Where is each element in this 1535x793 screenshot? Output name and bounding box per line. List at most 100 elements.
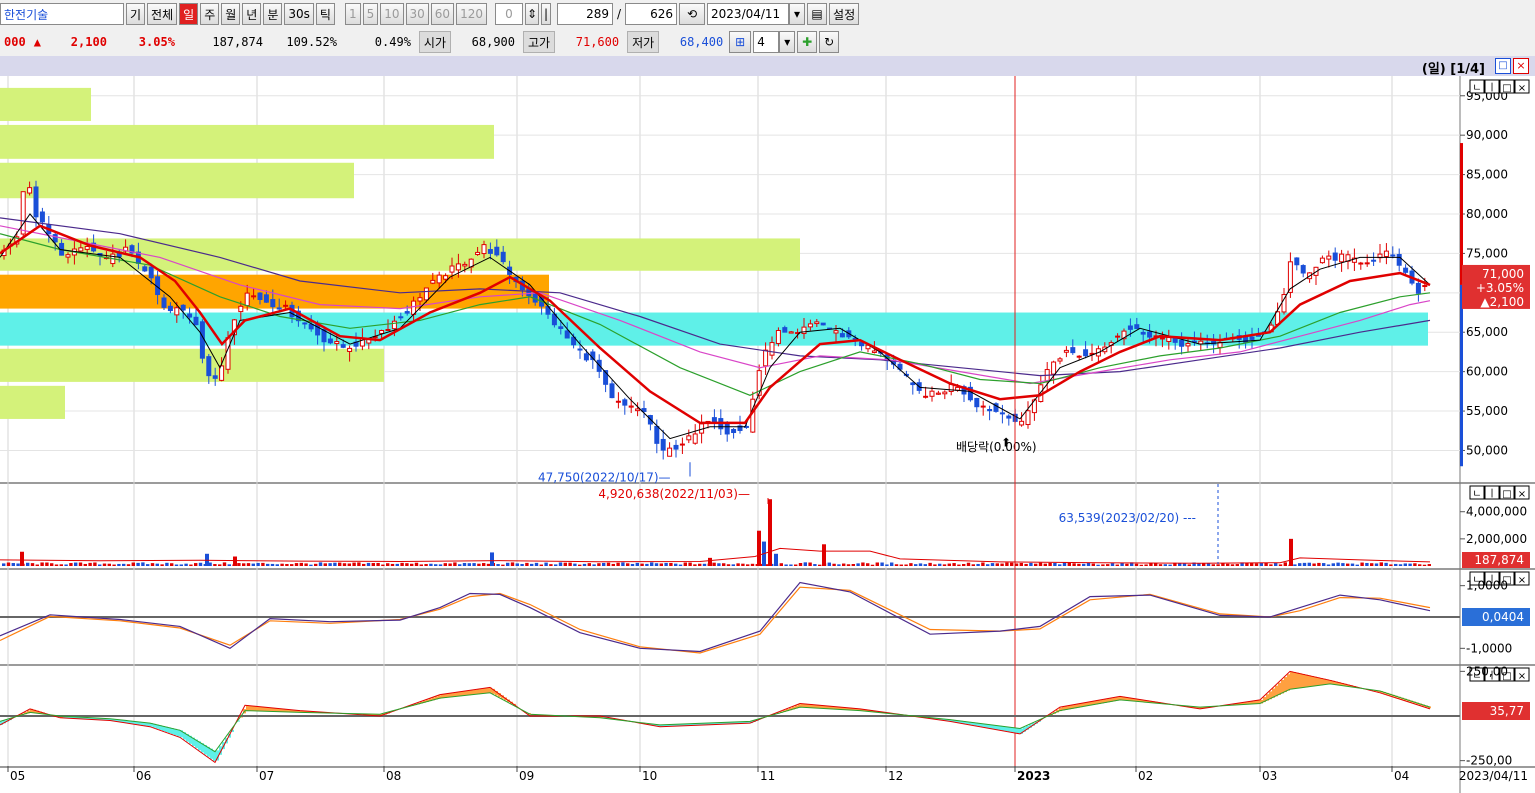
volume-bar (1350, 563, 1355, 566)
candle-body (833, 330, 839, 334)
volume-bar (1403, 563, 1407, 566)
minute-10-button[interactable]: 10 (380, 3, 404, 25)
volume-bar (88, 562, 92, 566)
volume-bar (376, 562, 380, 566)
volume-bar (1115, 564, 1119, 566)
volume-bar (890, 562, 894, 566)
x-axis-tick-10: 03 (1262, 769, 1277, 783)
volume-bar (1422, 564, 1427, 566)
volume-bar (520, 563, 524, 566)
period-day-button[interactable]: 일 (179, 3, 199, 25)
spin-input[interactable]: 0 (494, 3, 523, 25)
minute-120-button[interactable]: 120 (456, 3, 487, 25)
volume-bar (222, 562, 227, 566)
settings-button[interactable]: 설정 (829, 3, 860, 25)
candle-body (1006, 415, 1012, 419)
volume-bar (1053, 562, 1057, 566)
chart-canvas[interactable]: ⬆배당락(0.00%)47,750(2022/10/17)—95,00090,0… (0, 76, 1535, 793)
stock-name-input[interactable]: 한전기술 (0, 3, 124, 25)
x-axis-tick-7: 12 (888, 769, 903, 783)
period-tick-button[interactable]: 틱 (315, 3, 335, 25)
volume-bar (510, 562, 515, 566)
candle-body (1358, 262, 1364, 265)
volume-bar (578, 564, 582, 566)
volume-bar (986, 564, 990, 566)
volume-bar (1134, 563, 1139, 566)
candle-body (839, 333, 845, 338)
x-axis-tick-9: 02 (1138, 769, 1153, 783)
position-total-input[interactable]: 626 (625, 3, 678, 25)
period-year-button[interactable]: 년 (242, 3, 262, 25)
volume-bar (1010, 562, 1014, 566)
volume-bar (558, 562, 563, 566)
candle-body (679, 443, 685, 446)
dividend-annotation: 배당락(0.00%) (956, 440, 1037, 454)
volume-bar (750, 563, 755, 566)
volume-bar (530, 563, 534, 566)
volume-bar (309, 564, 313, 566)
volume-value: 187,874 (212, 35, 263, 49)
volume-bar (1331, 563, 1335, 566)
grid-dropdown-icon[interactable]: ▾ (779, 31, 796, 53)
save-icon[interactable]: ▤ (807, 3, 828, 25)
volume-bar (160, 564, 164, 566)
candle-body (206, 356, 212, 377)
grid-layout-icon[interactable]: ⊞ (729, 31, 752, 53)
volume-bar (798, 562, 803, 566)
volume-bar (467, 563, 471, 566)
volume-bar (654, 563, 659, 566)
gi-button[interactable]: 기 (126, 3, 146, 25)
position-current-input[interactable]: 289 (556, 3, 613, 25)
volume-bar (630, 563, 635, 566)
minute-1-button[interactable]: 1 (344, 3, 361, 25)
axis-strip-down (1460, 284, 1463, 467)
candle-body (244, 292, 250, 307)
spin-arrows-icon[interactable]: ⇕ (524, 3, 539, 25)
volume-bar (381, 564, 385, 566)
period-30s-button[interactable]: 30s (284, 3, 314, 25)
volume-bar (482, 563, 486, 566)
volume-bar (1254, 563, 1259, 566)
candle-body (462, 263, 468, 267)
current-price: 000 (4, 35, 26, 49)
candle-body (980, 405, 986, 408)
volume-bar (731, 564, 735, 566)
period-minute-button[interactable]: 분 (263, 3, 283, 25)
volume-bar (1158, 564, 1163, 566)
volume-bar (1235, 564, 1239, 566)
macd-tag-value: 0,0404 (1482, 610, 1524, 624)
volume-bar (64, 564, 68, 566)
close-icon[interactable]: × (1513, 58, 1529, 74)
volume-bar (1005, 562, 1009, 566)
volume-bar (280, 563, 284, 566)
volume-bar (246, 563, 251, 566)
maximize-icon[interactable]: □ (1495, 58, 1511, 74)
oscillator-fill (1290, 671, 1293, 690)
period-week-button[interactable]: 주 (200, 3, 220, 25)
minute-30-button[interactable]: 30 (405, 3, 429, 25)
candle-body (167, 305, 173, 312)
volume-bar (1019, 562, 1023, 566)
volume-bar (1048, 562, 1052, 566)
add-indicator-icon[interactable]: ✚ (797, 31, 818, 53)
refresh-icon[interactable]: ⟲ (679, 3, 706, 25)
change-arrow-icon: ▲ (33, 35, 41, 49)
volume-bar (746, 564, 750, 566)
period-month-button[interactable]: 월 (221, 3, 241, 25)
candle-body (334, 341, 340, 345)
date-dropdown-icon[interactable]: ▾ (789, 3, 806, 25)
candle-body (78, 247, 84, 252)
candle-body (1371, 259, 1377, 262)
minute-5-button[interactable]: 5 (362, 3, 379, 25)
all-button[interactable]: 전체 (147, 3, 178, 25)
candle-body (1070, 347, 1076, 354)
grid-count-select[interactable]: 4 (753, 31, 780, 53)
minute-60-button[interactable]: 60 (430, 3, 455, 25)
volume-bar (1125, 563, 1129, 566)
date-input[interactable]: 2023/04/11 (707, 3, 790, 25)
volume-bar (486, 563, 491, 566)
x-axis-tick-6: 11 (760, 769, 775, 783)
reload-icon[interactable]: ↻ (819, 31, 840, 53)
slider-thumb-icon[interactable]: | (540, 3, 551, 25)
candle-body (686, 435, 692, 441)
